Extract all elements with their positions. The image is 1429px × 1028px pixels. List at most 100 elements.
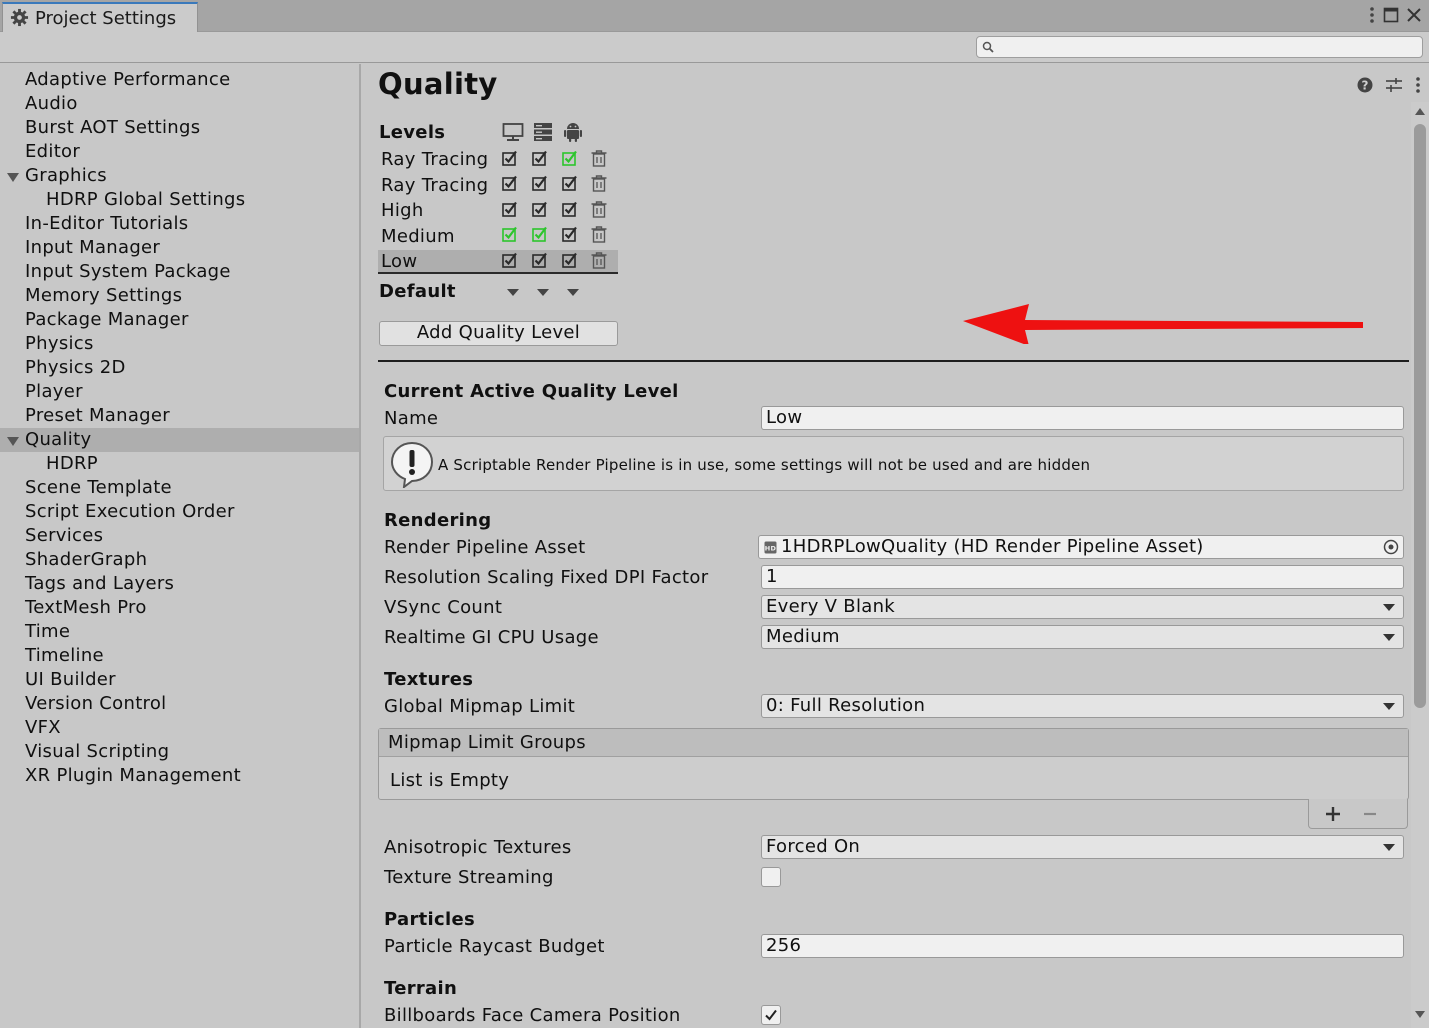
level-platform-checkbox[interactable] — [502, 252, 518, 268]
sidebar-item-script-execution-order[interactable]: Script Execution Order — [0, 500, 359, 524]
scroll-down-icon[interactable] — [1415, 1011, 1425, 1018]
sidebar-item-player[interactable]: Player — [0, 380, 359, 404]
levels-label: Levels — [379, 122, 446, 143]
level-platform-checkbox[interactable] — [562, 175, 578, 191]
search-icon — [982, 41, 994, 53]
sidebar-item-package-manager[interactable]: Package Manager — [0, 308, 359, 332]
sidebar-item-label: Graphics — [25, 165, 107, 186]
particle-raycast-field[interactable]: 256 — [761, 934, 1404, 958]
render-pipeline-asset-field[interactable]: HD 1HDRPLowQuality (HD Render Pipeline A… — [758, 535, 1404, 559]
level-platform-checkbox[interactable] — [502, 175, 518, 191]
sidebar-item-quality[interactable]: Quality — [0, 428, 359, 452]
level-name-low[interactable]: Low — [381, 251, 417, 272]
minus-icon[interactable] — [1363, 806, 1377, 822]
object-picker-icon[interactable] — [1383, 539, 1399, 555]
expand-arrow-icon[interactable] — [7, 173, 19, 182]
sidebar-item-editor[interactable]: Editor — [0, 140, 359, 164]
sidebar-item-label: Physics 2D — [25, 357, 126, 378]
default-server-dropdown[interactable] — [537, 289, 549, 296]
render-pipeline-asset-label: Render Pipeline Asset — [384, 537, 586, 558]
sidebar-item-textmesh-pro[interactable]: TextMesh Pro — [0, 596, 359, 620]
scroll-up-icon[interactable] — [1415, 108, 1425, 115]
kebab-menu-icon[interactable] — [1415, 76, 1421, 94]
sidebar-item-input-system-package[interactable]: Input System Package — [0, 260, 359, 284]
level-name-high[interactable]: High — [381, 200, 424, 221]
level-platform-checkbox[interactable] — [562, 150, 578, 166]
quality-name-field[interactable]: Low — [761, 406, 1404, 430]
kebab-menu-icon[interactable] — [1369, 6, 1375, 24]
gear-icon — [10, 8, 29, 27]
sidebar-item-burst-aot[interactable]: Burst AOT Settings — [0, 116, 359, 140]
level-name-medium[interactable]: Medium — [381, 226, 455, 247]
sidebar-item-shadergraph[interactable]: ShaderGraph — [0, 548, 359, 572]
dpi-factor-label: Resolution Scaling Fixed DPI Factor — [384, 567, 709, 588]
level-platform-checkbox[interactable] — [502, 226, 518, 242]
standalone-monitor-icon — [502, 123, 524, 141]
sidebar-item-scene-template[interactable]: Scene Template — [0, 476, 359, 500]
vertical-scrollbar[interactable] — [1411, 102, 1429, 1028]
sidebar-item-vfx[interactable]: VFX — [0, 716, 359, 740]
sidebar-item-xr-plugin-management[interactable]: XR Plugin Management — [0, 764, 359, 788]
search-input[interactable] — [976, 36, 1423, 58]
delete-level-icon[interactable] — [590, 174, 608, 192]
sidebar-item-label: Tags and Layers — [25, 573, 175, 594]
level-platform-checkbox[interactable] — [502, 150, 518, 166]
vsync-count-dropdown[interactable]: Every V Blank — [761, 595, 1404, 619]
sidebar-item-in-editor-tutorials[interactable]: In-Editor Tutorials — [0, 212, 359, 236]
tab-title: Project Settings — [35, 8, 177, 29]
preset-settings-icon[interactable] — [1385, 77, 1403, 93]
help-icon[interactable]: ? — [1357, 77, 1373, 93]
maximize-icon[interactable] — [1383, 7, 1399, 23]
realtime-gi-dropdown[interactable]: Medium — [761, 625, 1404, 649]
sidebar-item-ui-builder[interactable]: UI Builder — [0, 668, 359, 692]
level-platform-checkbox[interactable] — [562, 201, 578, 217]
level-platform-checkbox[interactable] — [562, 226, 578, 242]
level-name-ray-tracing-2[interactable]: Ray Tracing — [381, 175, 488, 196]
expand-arrow-icon[interactable] — [7, 437, 19, 446]
delete-level-icon[interactable] — [590, 149, 608, 167]
project-settings-tab[interactable]: Project Settings — [2, 2, 198, 32]
sidebar-item-physics-2d[interactable]: Physics 2D — [0, 356, 359, 380]
level-platform-checkbox[interactable] — [562, 252, 578, 268]
sidebar-item-services[interactable]: Services — [0, 524, 359, 548]
sidebar-item-graphics[interactable]: Graphics — [0, 164, 359, 188]
level-platform-checkbox[interactable] — [532, 252, 548, 268]
sidebar-item-time[interactable]: Time — [0, 620, 359, 644]
level-platform-checkbox[interactable] — [532, 226, 548, 242]
terrain-heading: Terrain — [384, 978, 458, 999]
anisotropic-textures-dropdown[interactable]: Forced On — [761, 835, 1404, 859]
sidebar-item-visual-scripting[interactable]: Visual Scripting — [0, 740, 359, 764]
sidebar-item-timeline[interactable]: Timeline — [0, 644, 359, 668]
dpi-factor-field[interactable]: 1 — [761, 565, 1404, 589]
add-quality-level-button[interactable]: Add Quality Level — [379, 321, 618, 346]
sidebar-item-physics[interactable]: Physics — [0, 332, 359, 356]
scrollbar-thumb[interactable] — [1414, 124, 1426, 708]
sidebar-item-label: UI Builder — [25, 669, 116, 690]
sidebar-item-adaptive-performance[interactable]: Adaptive Performance — [0, 68, 359, 92]
sidebar-item-audio[interactable]: Audio — [0, 92, 359, 116]
level-name-ray-tracing-1[interactable]: Ray Tracing ( — [381, 149, 494, 170]
level-platform-checkbox[interactable] — [532, 150, 548, 166]
delete-level-icon[interactable] — [590, 200, 608, 218]
level-platform-checkbox[interactable] — [532, 201, 548, 217]
sidebar-item-version-control[interactable]: Version Control — [0, 692, 359, 716]
close-icon[interactable] — [1407, 8, 1421, 22]
sidebar-item-preset-manager[interactable]: Preset Manager — [0, 404, 359, 428]
sidebar-item-tags-and-layers[interactable]: Tags and Layers — [0, 572, 359, 596]
level-platform-checkbox[interactable] — [502, 201, 518, 217]
sidebar-item-hdrp-global-settings[interactable]: HDRP Global Settings — [0, 188, 359, 212]
global-mipmap-dropdown[interactable]: 0: Full Resolution — [761, 694, 1404, 718]
delete-level-icon[interactable] — [590, 225, 608, 243]
billboards-checkbox[interactable] — [761, 1005, 781, 1025]
texture-streaming-checkbox[interactable] — [761, 867, 781, 887]
sidebar-item-hdrp[interactable]: HDRP — [0, 452, 359, 476]
global-mipmap-value: 0: Full Resolution — [766, 695, 926, 716]
plus-icon[interactable] — [1325, 806, 1341, 822]
sidebar-item-input-manager[interactable]: Input Manager — [0, 236, 359, 260]
delete-level-icon[interactable] — [590, 251, 608, 269]
default-standalone-dropdown[interactable] — [507, 289, 519, 296]
default-android-dropdown[interactable] — [567, 289, 579, 296]
sidebar-item-label: Editor — [25, 141, 81, 162]
level-platform-checkbox[interactable] — [532, 175, 548, 191]
sidebar-item-memory-settings[interactable]: Memory Settings — [0, 284, 359, 308]
